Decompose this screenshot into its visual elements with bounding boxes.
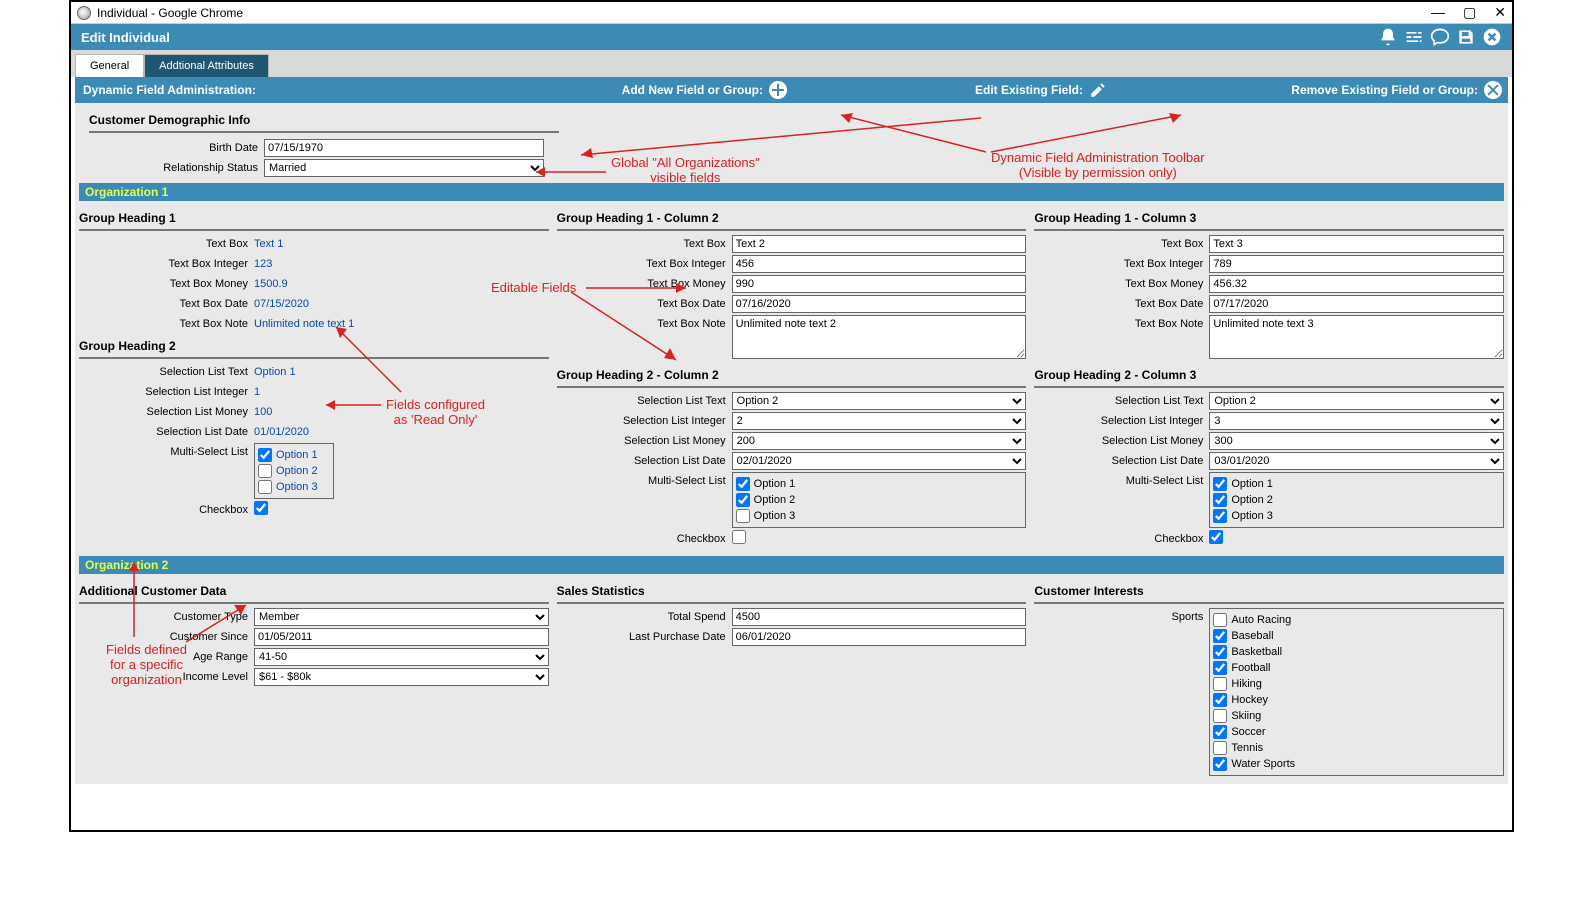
relstatus-select[interactable]: Married [264, 159, 544, 177]
org1-c3-g2: Group Heading 2 - Column 3 [1034, 364, 1504, 388]
titlebar: Individual - Google Chrome — ▢ ✕ [71, 2, 1512, 24]
checkbox-ro [254, 501, 268, 515]
globe-icon [77, 6, 91, 20]
remove-field-label: Remove Existing Field or Group: [1291, 83, 1478, 97]
textbox-ro: Text 1 [254, 235, 549, 250]
org2-bar: Organization 2 [79, 556, 1504, 574]
relstatus-label: Relationship Status [89, 159, 264, 174]
header-bar: Edit Individual [71, 24, 1512, 50]
ms-opt1-ro [258, 448, 272, 462]
admin-toolbar: Dynamic Field Administration: Add New Fi… [75, 77, 1508, 103]
speech-icon[interactable] [1430, 27, 1450, 47]
bell-icon[interactable] [1378, 27, 1398, 47]
org1-c2-g2: Group Heading 2 - Column 2 [557, 364, 1027, 388]
birthdate-input[interactable] [264, 139, 544, 157]
textnote-c2[interactable] [732, 315, 1027, 359]
birthdate-label: Birth Date [89, 139, 264, 154]
org2-c3-head: Customer Interests [1034, 580, 1504, 604]
close-button[interactable]: ✕ [1494, 4, 1506, 21]
sliders-icon[interactable] [1404, 27, 1424, 47]
demographics-heading: Customer Demographic Info [89, 109, 559, 133]
custsince-input[interactable] [254, 628, 549, 646]
tabs: General Addtional Attributes [75, 54, 1508, 77]
page-title: Edit Individual [81, 30, 170, 45]
maximize-button[interactable]: ▢ [1463, 4, 1476, 21]
org2-c2-head: Sales Statistics [557, 580, 1027, 604]
add-field-label: Add New Field or Group: [622, 83, 763, 97]
add-icon[interactable] [769, 81, 787, 99]
org1-c3-g1: Group Heading 1 - Column 3 [1034, 207, 1504, 231]
admin-label: Dynamic Field Administration: [83, 83, 256, 97]
org2-c1-head: Additional Customer Data [79, 580, 549, 604]
pencil-icon[interactable] [1089, 81, 1107, 99]
save-icon[interactable] [1456, 27, 1476, 47]
org1-bar: Organization 1 [79, 183, 1504, 201]
tab-additional[interactable]: Addtional Attributes [144, 54, 269, 77]
minimize-button[interactable]: — [1431, 4, 1445, 21]
sports-list: Auto Racing Baseball Basketball Football… [1209, 608, 1504, 776]
ms-opt2-ro [258, 464, 272, 478]
org1-c1-g2: Group Heading 2 [79, 335, 549, 359]
ms-opt3-ro [258, 480, 272, 494]
edit-field-label: Edit Existing Field: [975, 83, 1083, 97]
cancel-icon[interactable] [1482, 27, 1502, 47]
org1-c2-g1: Group Heading 1 - Column 2 [557, 207, 1027, 231]
window-title: Individual - Google Chrome [97, 6, 243, 20]
remove-icon[interactable] [1484, 81, 1502, 99]
textbox-c2[interactable] [732, 235, 1027, 253]
org1-c1-g1: Group Heading 1 [79, 207, 549, 231]
custtype-select[interactable]: Member [254, 608, 549, 626]
tab-general[interactable]: General [75, 54, 144, 77]
